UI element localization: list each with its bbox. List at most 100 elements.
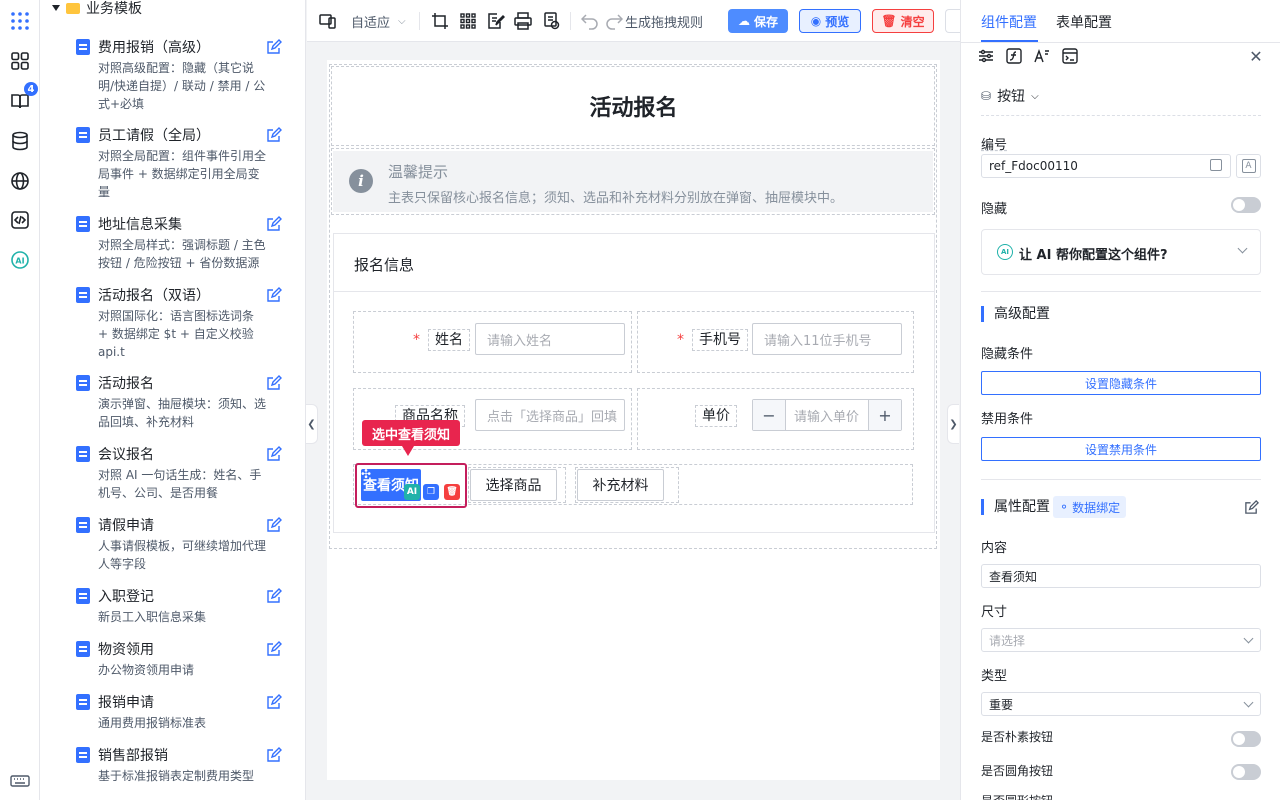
template-title: 活动报名 (98, 376, 154, 392)
keyboard-icon[interactable] (9, 770, 31, 792)
clear-button[interactable]: 🗑 清空 (872, 9, 934, 33)
generate-rules-button[interactable]: 生成拖拽规则 (625, 12, 703, 31)
collapse-left-panel-button[interactable]: ❮ (306, 404, 318, 444)
plain-button-toggle[interactable] (1231, 731, 1261, 747)
edit-icon[interactable] (266, 694, 282, 710)
set-hide-condition-button[interactable]: 设置隐藏条件 (981, 371, 1261, 395)
add-material-button[interactable]: 补充材料 (577, 469, 664, 501)
copy-id-icon[interactable] (1210, 159, 1222, 171)
preview-button[interactable]: ◉ 预览 (799, 9, 861, 33)
chevron-down-icon (1243, 697, 1254, 708)
alert-desc: 主表只保留核心报名信息；须知、选品和补充材料分别放在弹窗、抽屉模块中。 (388, 191, 844, 206)
round-button-toggle[interactable] (1231, 764, 1261, 780)
apps-grid-icon[interactable] (9, 10, 31, 32)
required-mark: * (413, 332, 420, 348)
edit-icon[interactable] (266, 39, 282, 55)
edit-icon[interactable] (266, 747, 282, 763)
print-icon[interactable] (514, 12, 532, 30)
device-icon[interactable] (319, 12, 337, 30)
globe-icon[interactable] (9, 170, 31, 192)
edit-icon[interactable] (266, 446, 282, 462)
document-icon (76, 517, 90, 533)
name-input[interactable]: 请输入姓名 (475, 323, 625, 355)
hidden-label: 隐藏 (981, 202, 1008, 217)
edit-icon[interactable] (266, 216, 282, 232)
template-desc: 演示弹窗、抽屉模块：须知、选品回填、补充材料 (98, 397, 267, 429)
edit-doc-icon[interactable] (487, 12, 505, 30)
close-icon[interactable]: ✕ (1247, 47, 1265, 66)
ai-config-collapse[interactable]: AI 让 AI 帮你配置这个组件? (981, 229, 1261, 275)
ai-icon[interactable]: AI (9, 249, 31, 271)
id-input[interactable]: ref_Fdoc00110 (981, 154, 1231, 178)
ai-mini-icon[interactable]: AI (404, 484, 420, 500)
template-group-header[interactable]: 业务模板 (52, 0, 142, 17)
copy-icon[interactable]: ❐ (423, 484, 439, 500)
drag-handle-icon[interactable]: ✣ (358, 466, 374, 482)
chevron-down-icon (1237, 243, 1248, 254)
template-title: 物资领用 (98, 642, 154, 658)
sliders-icon[interactable] (977, 47, 995, 65)
i18n-button[interactable]: A (1236, 154, 1261, 178)
document-icon (76, 747, 90, 763)
edit-icon[interactable] (266, 641, 282, 657)
tab-form-config[interactable]: 表单配置 (1056, 12, 1112, 32)
component-type-select[interactable]: ⛁ 按钮 ⌵ (981, 86, 1039, 106)
type-label: 类型 (981, 669, 1008, 684)
undo-icon[interactable] (581, 12, 599, 30)
select-product-button[interactable]: 选择商品 (470, 469, 557, 501)
type-select[interactable]: 重要 (981, 692, 1261, 716)
toolbar-divider (570, 12, 571, 30)
code-icon[interactable] (9, 209, 31, 231)
decrement-button[interactable]: − (753, 400, 785, 430)
document-icon (76, 694, 90, 710)
chevron-down-icon: ⌵ (398, 15, 406, 27)
chevron-right-icon: ❯ (949, 418, 958, 430)
save-button[interactable]: ☁ 保存 (728, 9, 788, 33)
edit-icon[interactable] (266, 287, 282, 303)
template-desc: 对照 AI 一句话生成：姓名、手机号、公司、是否用餐 (98, 468, 262, 500)
alert-title: 温馨提示 (388, 163, 449, 181)
edit-icon[interactable] (266, 375, 282, 391)
redo-icon[interactable] (605, 12, 623, 30)
price-input[interactable]: 请输入单价 (785, 400, 869, 430)
trash-icon: 🗑 (881, 14, 897, 28)
property-config-title: 属性配置 (981, 499, 1050, 515)
link-icon: ⚬ (1059, 500, 1070, 514)
tabs-divider (961, 42, 1280, 43)
set-disable-condition-button[interactable]: 设置禁用条件 (981, 437, 1261, 461)
database-icon[interactable] (9, 130, 31, 152)
size-select[interactable]: 请选择 (981, 628, 1261, 652)
template-title: 费用报销（高级） (98, 40, 210, 56)
translate-icon: A (1241, 159, 1256, 173)
designer-toolbar: 自适应 ⌵ 生成拖拽规则 ☁ 保存 ◉ 预览 🗑 清空 (307, 0, 965, 42)
price-label-text: 单价 (695, 405, 737, 427)
edit-icon[interactable] (266, 588, 282, 604)
tab-component-config[interactable]: 组件配置 (981, 12, 1037, 32)
content-input[interactable]: 查看须知 (981, 564, 1261, 588)
phone-input[interactable]: 请输入11位手机号 (752, 323, 902, 355)
layout-mode-select[interactable]: 自适应 ⌵ (351, 12, 406, 31)
edit-icon[interactable] (266, 517, 282, 533)
data-binding-button[interactable]: ⚬ 数据绑定 (1053, 496, 1127, 518)
price-stepper[interactable]: − 请输入单价 + (752, 399, 902, 431)
increment-button[interactable]: + (869, 400, 901, 430)
eye-icon: ◉ (810, 14, 822, 28)
code-block-icon[interactable] (1061, 47, 1079, 65)
delete-icon[interactable]: 🗑 (444, 484, 460, 500)
grid-icon[interactable] (459, 12, 477, 30)
copy-doc-icon[interactable] (542, 12, 560, 30)
function-icon[interactable] (1005, 47, 1023, 65)
price-label: 单价 (695, 405, 737, 427)
form-title: 活动报名 (589, 96, 678, 121)
hidden-toggle[interactable] (1231, 197, 1261, 213)
text-style-icon[interactable] (1033, 47, 1051, 65)
product-input[interactable]: 点击「选择商品」回填 (475, 399, 625, 431)
collapse-right-panel-button[interactable]: ❯ (947, 404, 959, 444)
template-title: 入职登记 (98, 589, 154, 605)
edit-properties-icon[interactable] (1244, 500, 1259, 515)
caret-down-icon (52, 5, 60, 11)
template-title: 活动报名（双语） (98, 288, 210, 304)
edit-icon[interactable] (266, 127, 282, 143)
crop-icon[interactable] (431, 12, 449, 30)
components-icon[interactable] (9, 50, 31, 72)
